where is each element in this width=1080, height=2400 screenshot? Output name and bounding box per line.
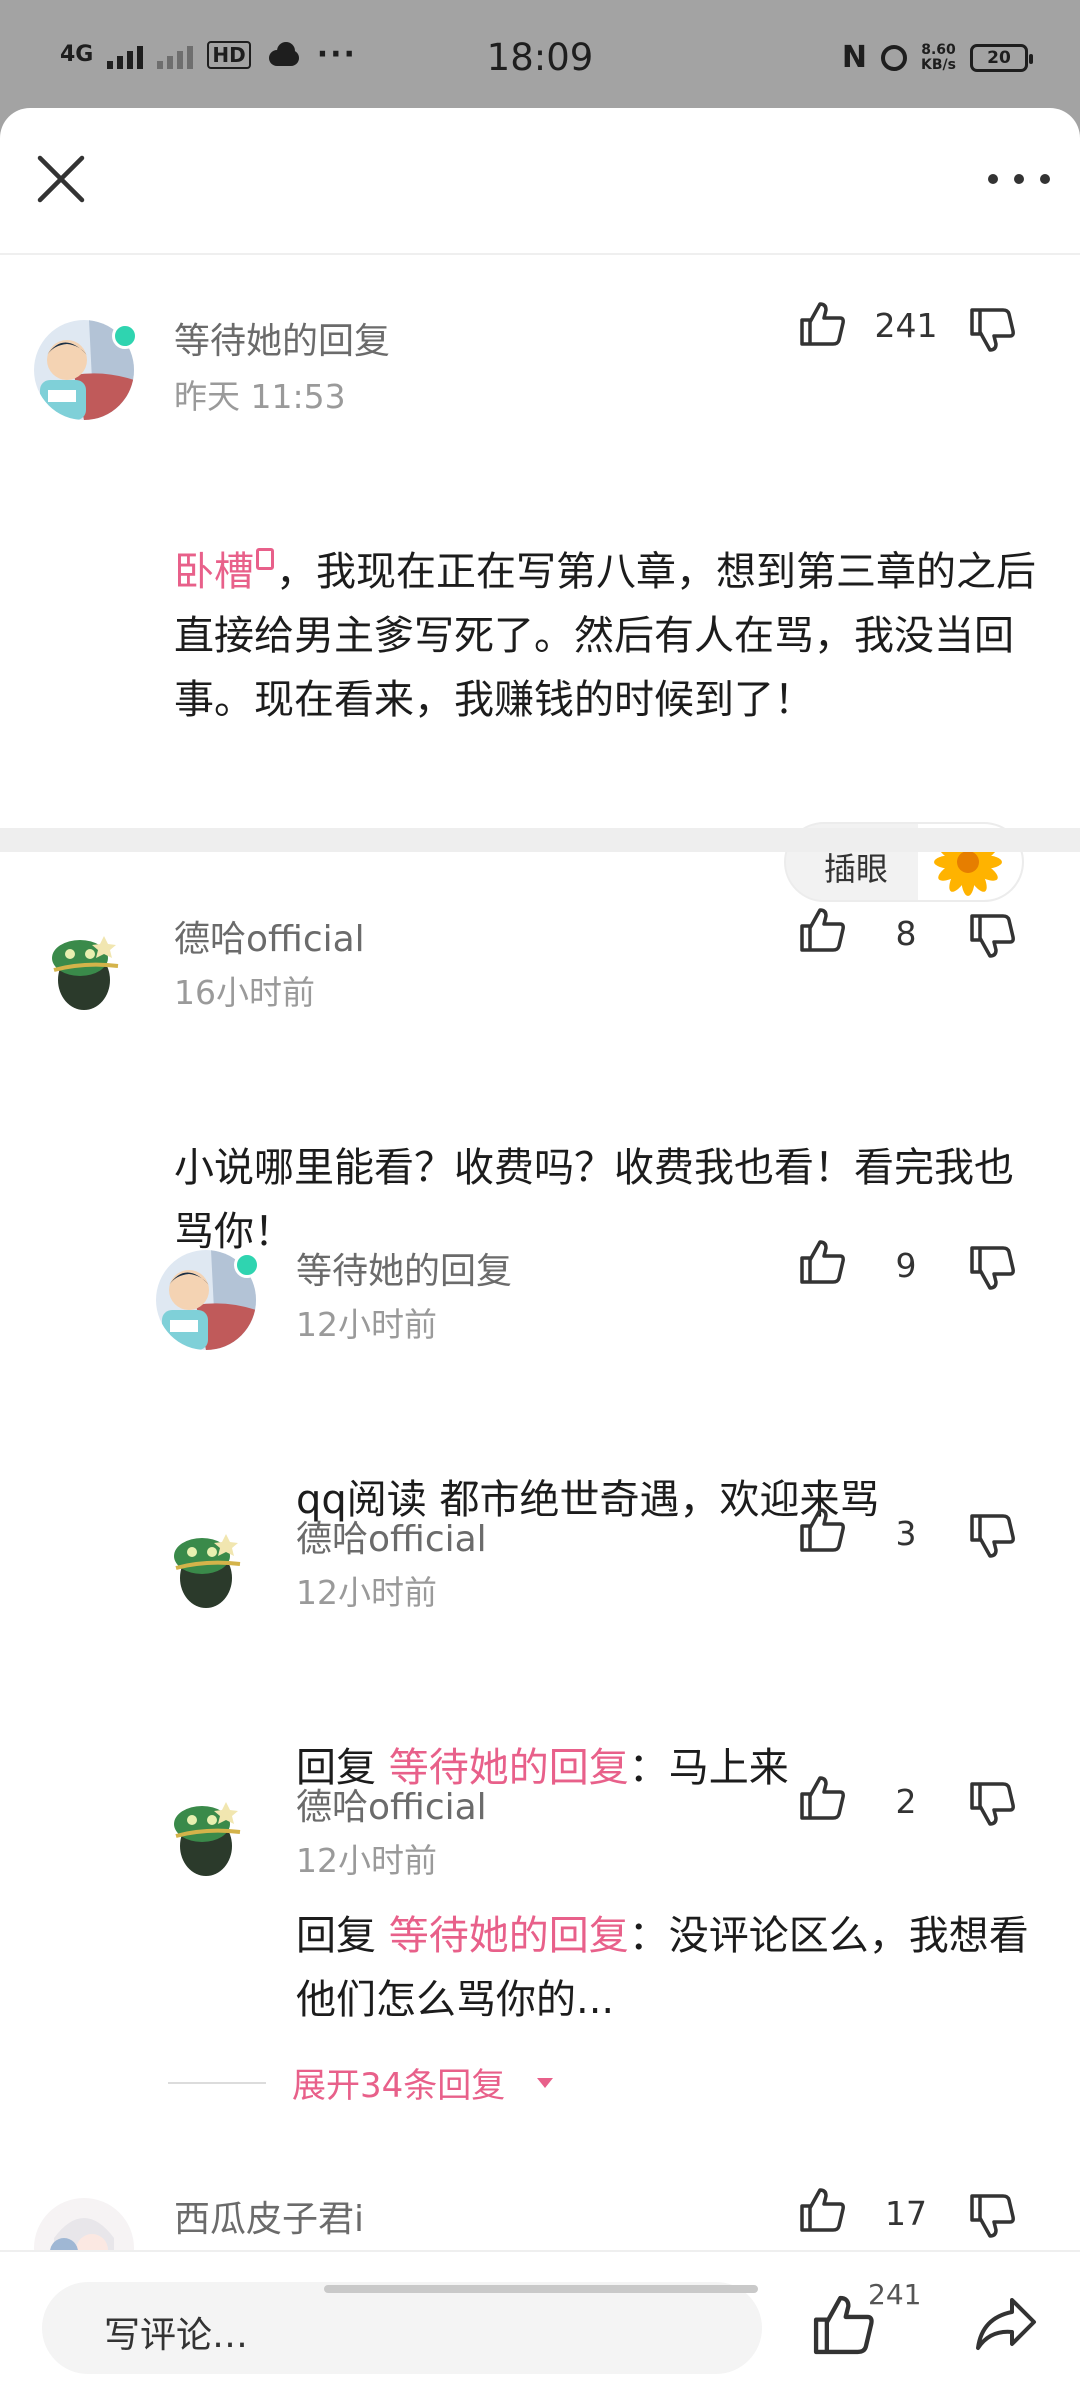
avatar[interactable] (156, 1516, 256, 1616)
like-count: 17 (885, 2194, 927, 2233)
expand-replies-button[interactable]: 展开34条回复 (168, 2058, 554, 2107)
dot-icon (1040, 174, 1050, 184)
avatar[interactable] (34, 918, 134, 1018)
reply-body: ：马上来 (628, 1745, 789, 1791)
online-status-dot (112, 323, 138, 349)
dislike-button[interactable] (966, 2190, 1018, 2242)
thumbs-down-icon (970, 308, 1015, 352)
comment-username[interactable]: 德哈official (174, 910, 365, 962)
like-button[interactable] (796, 904, 848, 956)
avatar[interactable] (156, 1784, 256, 1884)
dislike-button[interactable] (966, 304, 1018, 356)
comment-text: 卧槽 ，我现在正在写第八章，想到第三章的之后直接给男主爹写死了。然后有人在骂，我没… (174, 540, 1044, 732)
reply-username[interactable]: 德哈official (296, 1778, 487, 1830)
more-options-button[interactable] (988, 164, 1050, 194)
like-button[interactable] (796, 298, 848, 350)
reply-time: 12小时前 (296, 1841, 437, 1880)
dislike-button[interactable] (966, 1778, 1018, 1830)
speed-unit: KB/s (921, 56, 956, 73)
dislike-button[interactable] (966, 1510, 1018, 1562)
thumbs-down-icon (970, 2194, 1015, 2238)
caret-down-icon (537, 2077, 554, 2088)
thumbs-up-icon (800, 1776, 845, 1820)
home-indicator[interactable] (324, 2285, 758, 2293)
thumbs-down-icon (970, 1514, 1015, 1558)
thumbs-up-icon (800, 1240, 845, 1284)
comment-time: 昨天 11:53 (174, 377, 346, 416)
close-icon (37, 155, 85, 203)
like-button[interactable] (796, 1236, 848, 1288)
thumbs-up-icon (813, 2295, 874, 2355)
battery-icon: 20 (970, 43, 1033, 72)
like-button[interactable] (796, 1772, 848, 1824)
thumbs-down-icon (970, 1782, 1015, 1826)
speed-value: 8.60 (921, 41, 956, 58)
expand-replies-label: 展开34条回复 (292, 2066, 506, 2106)
post-like-count: 241 (868, 2278, 922, 2311)
comment-input[interactable]: 写评论… (42, 2282, 762, 2374)
bottom-action-bar: 写评论… 241 (0, 2250, 1080, 2400)
close-button[interactable] (30, 148, 92, 210)
comments-sheet: 等待她的回复 昨天 11:53 241 卧槽 ，我现在正在写第八章，想到第三章的之… (0, 108, 1080, 2400)
dot-icon (1014, 174, 1024, 184)
reply-time: 12小时前 (296, 1573, 437, 1612)
alarm-icon (881, 44, 908, 71)
network-speed: 8.60 KB/s (921, 41, 956, 73)
comment-text-rest: ，我现在正在写第八章，想到第三章的之后直接给男主爹写死了。然后有人在骂，我没当回… (174, 549, 1036, 723)
status-bar: 4G HD ··· 18:09 N 8.60 KB/s 20 (0, 0, 1080, 108)
dislike-button[interactable] (966, 910, 1018, 962)
dislike-button[interactable] (966, 1242, 1018, 1294)
like-count: 3 (895, 1514, 917, 1553)
reply-text: 回复 等待她的回复：没评论区么，我想看他们怎么骂你的... (296, 1904, 1046, 2032)
thumbs-down-icon (970, 914, 1015, 958)
comment-input-placeholder: 写评论… (104, 2315, 249, 2356)
reply-prefix: 回复 (296, 1913, 389, 1959)
like-button[interactable] (796, 2184, 848, 2236)
comment-username[interactable]: 西瓜皮子君i (174, 2190, 364, 2242)
like-count: 8 (895, 914, 917, 953)
reply-username[interactable]: 德哈official (296, 1510, 487, 1562)
comment-username[interactable]: 等待她的回复 (174, 312, 390, 364)
share-arrow-icon (976, 2298, 1036, 2350)
thumbs-down-icon (970, 1246, 1015, 1290)
thumbs-up-icon (800, 302, 845, 346)
like-button[interactable] (796, 1504, 848, 1556)
highlight-keyword[interactable]: 卧槽 (174, 549, 254, 595)
section-divider (0, 828, 1080, 852)
search-tag-icon (256, 548, 274, 570)
reply-target-link[interactable]: 等待她的回复 (389, 1913, 629, 1959)
like-count: 2 (895, 1782, 917, 1821)
thumbs-up-icon (800, 2188, 845, 2232)
like-count: 9 (895, 1246, 917, 1285)
reply-time: 12小时前 (296, 1305, 437, 1344)
online-status-dot (234, 1252, 260, 1278)
share-button[interactable] (972, 2292, 1040, 2356)
like-count: 241 (874, 306, 938, 345)
sheet-header (0, 108, 1080, 255)
thumbs-up-icon (800, 908, 845, 952)
dot-icon (988, 174, 998, 184)
reply-username[interactable]: 等待她的回复 (296, 1242, 512, 1294)
expand-divider-line (168, 2081, 266, 2084)
thumbs-up-icon (800, 1508, 845, 1552)
comment-time: 16小时前 (174, 973, 315, 1012)
nfc-icon: N (841, 40, 868, 75)
